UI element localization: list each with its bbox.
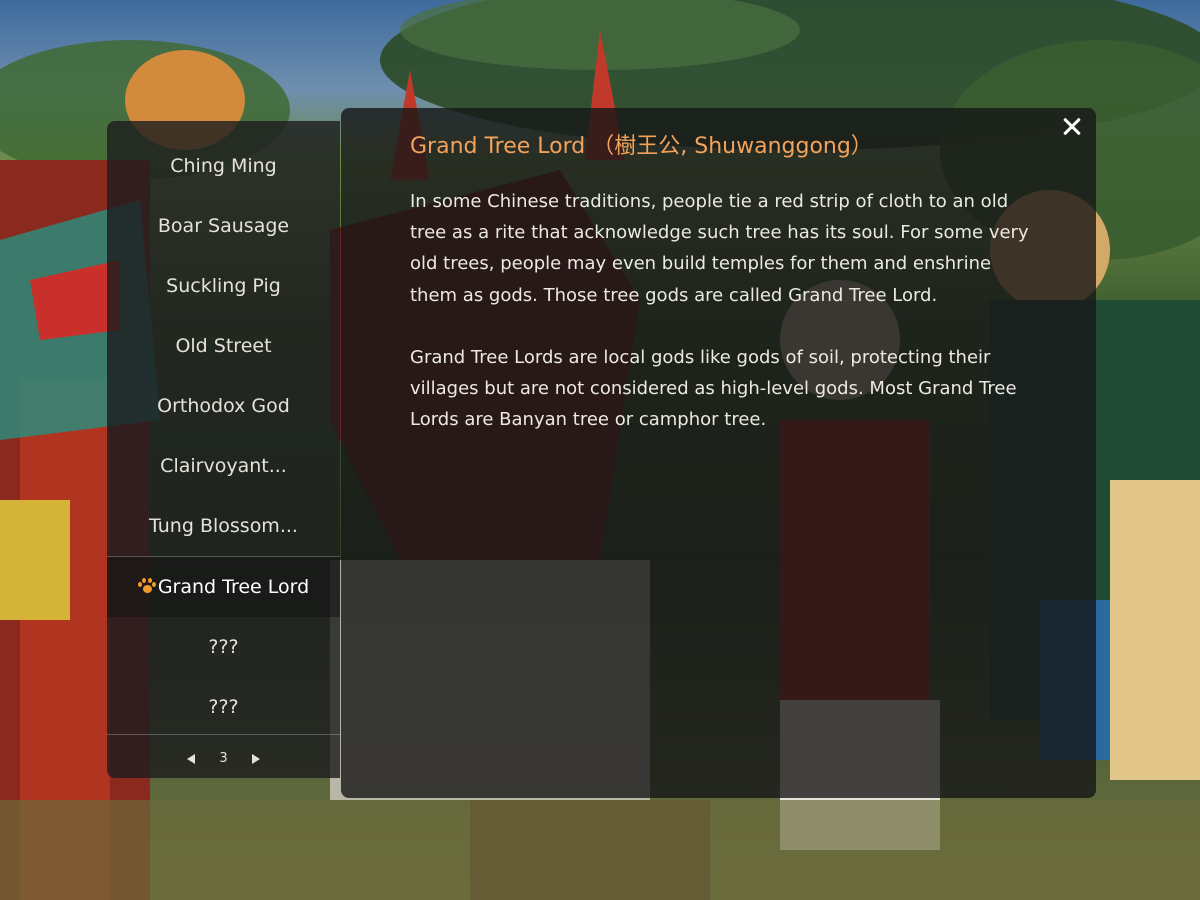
- list-item-label: Boar Sausage: [157, 215, 290, 237]
- entry-paragraph: In some Chinese traditions, people tie a…: [410, 191, 1029, 306]
- list-item-label: ???: [208, 636, 239, 658]
- entry-description: In some Chinese traditions, people tie a…: [410, 186, 1035, 466]
- page-number: 3: [219, 751, 228, 766]
- list-item-locked[interactable]: ???: [107, 617, 340, 677]
- list-item-clairvoyant[interactable]: Clairvoyant...: [107, 436, 340, 496]
- list-item-label: Orthodox God: [157, 395, 290, 417]
- list-item-boar-sausage[interactable]: Boar Sausage: [107, 196, 340, 256]
- prev-page-icon[interactable]: [187, 754, 196, 764]
- list-item-label: Tung Blossom...: [149, 515, 298, 537]
- list-item-grand-tree-lord[interactable]: Grand Tree Lord: [107, 556, 340, 617]
- list-item-label: Old Street: [175, 335, 272, 357]
- topic-list-panel: Ching Ming Boar Sausage Suckling Pig Old…: [107, 121, 340, 778]
- list-item-orthodox-god[interactable]: Orthodox God: [107, 376, 340, 436]
- entry-paragraph: Grand Tree Lords are local gods like god…: [410, 346, 1017, 431]
- list-item-old-street[interactable]: Old Street: [107, 316, 340, 376]
- list-item-label: Grand Tree Lord: [157, 576, 310, 598]
- entry-title: Grand Tree Lord （樹王公, Shuwanggong）: [410, 134, 873, 159]
- list-item-label: Suckling Pig: [166, 275, 281, 297]
- list-item-label: Ching Ming: [170, 155, 277, 177]
- list-item-locked[interactable]: ???: [107, 677, 340, 737]
- list-item-ching-ming[interactable]: Ching Ming: [107, 136, 340, 196]
- list-item-tung-blossom[interactable]: Tung Blossom...: [107, 496, 340, 556]
- topic-list: Ching Ming Boar Sausage Suckling Pig Old…: [107, 136, 340, 737]
- pager-divider: [107, 734, 340, 735]
- close-icon[interactable]: [1057, 112, 1087, 142]
- paw-icon: [137, 578, 156, 594]
- entry-detail-panel: Grand Tree Lord （樹王公, Shuwanggong） In so…: [341, 108, 1096, 798]
- list-item-label: Clairvoyant...: [160, 455, 287, 477]
- list-item-suckling-pig[interactable]: Suckling Pig: [107, 256, 340, 316]
- pager: 3: [107, 747, 340, 771]
- list-item-label: ???: [208, 696, 239, 718]
- next-page-icon[interactable]: [251, 754, 260, 764]
